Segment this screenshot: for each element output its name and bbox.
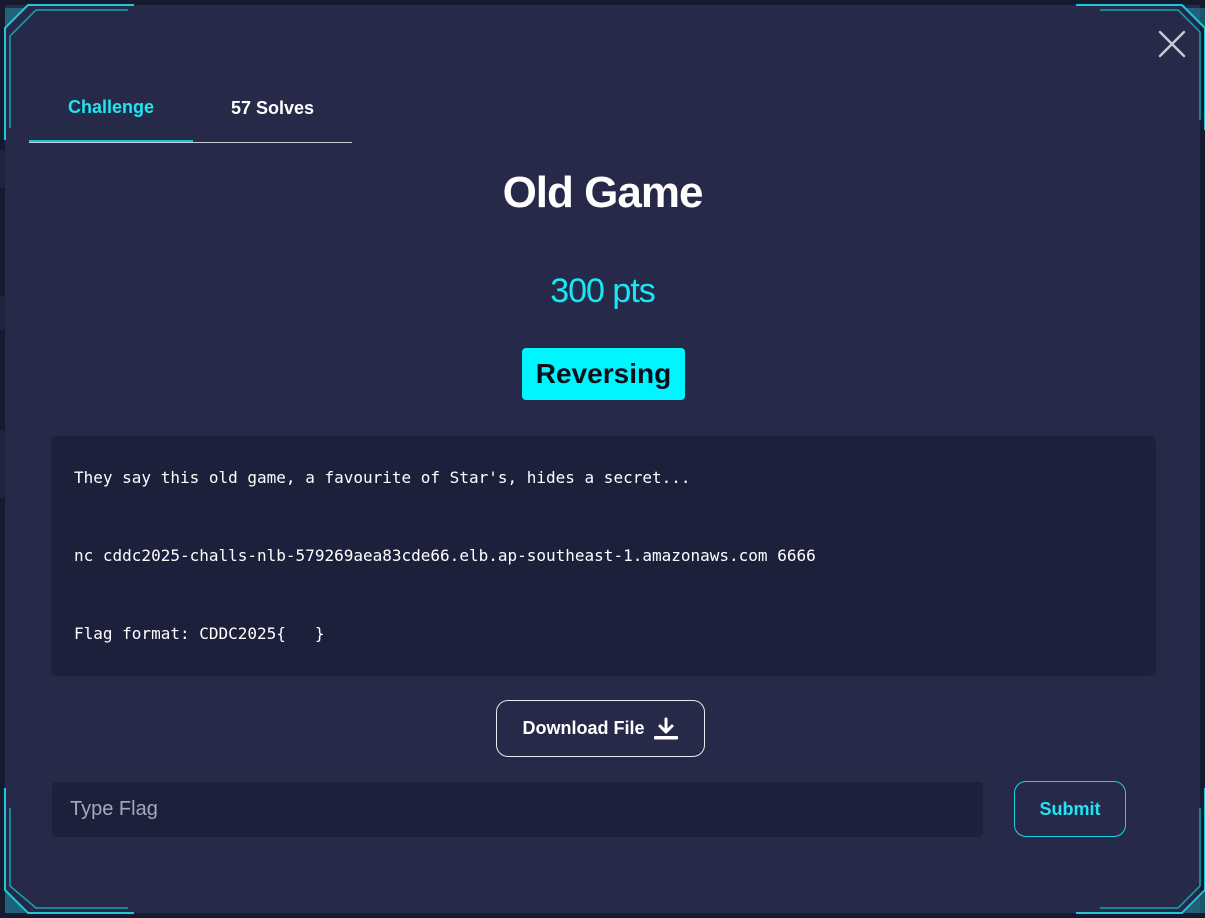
- close-button[interactable]: [1155, 27, 1189, 61]
- tab-challenge[interactable]: Challenge: [29, 80, 193, 142]
- description-line: They say this old game, a favourite of S…: [74, 468, 691, 487]
- download-file-button[interactable]: Download File: [496, 700, 705, 757]
- submit-button[interactable]: Submit: [1014, 781, 1126, 837]
- category-badge: Reversing: [522, 348, 685, 400]
- modal-tabs: Challenge 57 Solves: [29, 80, 352, 143]
- tab-solves[interactable]: 57 Solves: [193, 80, 352, 142]
- flag-input[interactable]: [52, 782, 983, 837]
- description-line: Flag format: CDDC2025{ }: [74, 624, 325, 643]
- frame-corner-top-right: [1076, 4, 1205, 130]
- description-line: nc cddc2025-challs-nlb-579269aea83cde66.…: [74, 546, 816, 565]
- challenge-description: They say this old game, a favourite of S…: [51, 436, 1156, 676]
- challenge-title: Old Game: [502, 168, 704, 217]
- download-icon: [653, 717, 678, 739]
- challenge-points: 300 pts: [550, 272, 656, 310]
- download-button-label: Download File: [522, 718, 645, 738]
- close-icon: [1158, 30, 1186, 58]
